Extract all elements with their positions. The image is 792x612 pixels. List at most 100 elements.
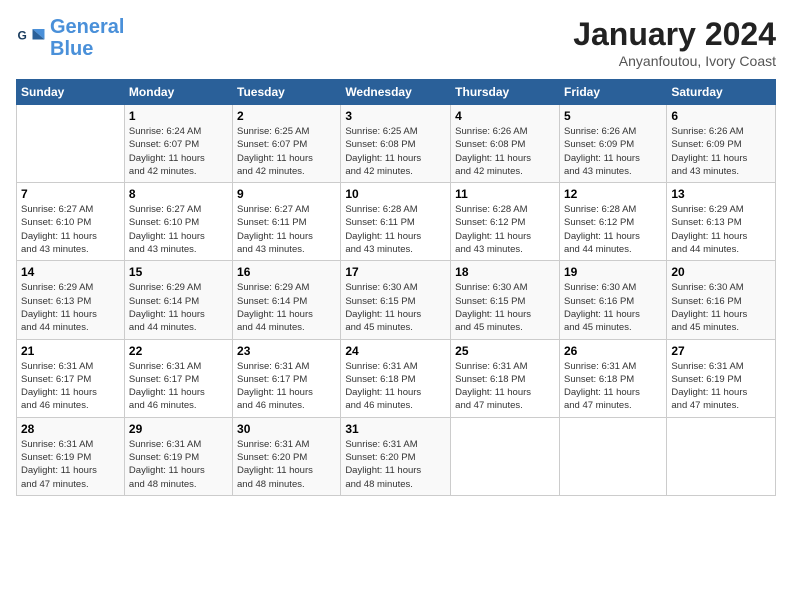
day-number: 30 xyxy=(237,422,336,436)
day-info: Sunrise: 6:28 AMSunset: 6:11 PMDaylight:… xyxy=(345,203,446,256)
day-info: Sunrise: 6:31 AMSunset: 6:19 PMDaylight:… xyxy=(129,438,228,491)
calendar-cell: 28 Sunrise: 6:31 AMSunset: 6:19 PMDayligh… xyxy=(17,417,125,495)
day-info: Sunrise: 6:30 AMSunset: 6:15 PMDaylight:… xyxy=(345,281,446,334)
day-info: Sunrise: 6:31 AMSunset: 6:17 PMDaylight:… xyxy=(237,360,336,413)
day-number: 18 xyxy=(455,265,555,279)
calendar-cell: 20 Sunrise: 6:30 AMSunset: 6:16 PMDayligh… xyxy=(667,261,776,339)
day-info: Sunrise: 6:31 AMSunset: 6:18 PMDaylight:… xyxy=(345,360,446,413)
day-number: 19 xyxy=(564,265,662,279)
day-number: 3 xyxy=(345,109,446,123)
day-number: 16 xyxy=(237,265,336,279)
day-info: Sunrise: 6:27 AMSunset: 6:10 PMDaylight:… xyxy=(129,203,228,256)
calendar-cell: 16Sunrise: 6:29 AMSunset: 6:14 PMDayligh… xyxy=(233,261,341,339)
calendar-cell: 14 Sunrise: 6:29 AMSunset: 6:13 PMDayligh… xyxy=(17,261,125,339)
calendar-week-row: 7Sunrise: 6:27 AMSunset: 6:10 PMDaylight… xyxy=(17,183,776,261)
calendar-cell: 13 Sunrise: 6:29 AMSunset: 6:13 PMDayligh… xyxy=(667,183,776,261)
calendar-cell: 4 Sunrise: 6:26 AMSunset: 6:08 PMDaylight… xyxy=(451,105,560,183)
calendar-cell: 24 Sunrise: 6:31 AMSunset: 6:18 PMDayligh… xyxy=(341,339,451,417)
day-number: 24 xyxy=(345,344,446,358)
calendar-cell: 15Sunrise: 6:29 AMSunset: 6:14 PMDayligh… xyxy=(124,261,232,339)
calendar-cell xyxy=(451,417,560,495)
weekday-header-wednesday: Wednesday xyxy=(341,80,451,105)
calendar-cell: 5 Sunrise: 6:26 AMSunset: 6:09 PMDaylight… xyxy=(559,105,666,183)
day-info: Sunrise: 6:28 AMSunset: 6:12 PMDaylight:… xyxy=(455,203,555,256)
calendar-week-row: 1 Sunrise: 6:24 AMSunset: 6:07 PMDaylight… xyxy=(17,105,776,183)
day-info: Sunrise: 6:27 AMSunset: 6:11 PMDaylight:… xyxy=(237,203,336,256)
day-number: 1 xyxy=(129,109,228,123)
day-number: 13 xyxy=(671,187,771,201)
calendar-table: SundayMondayTuesdayWednesdayThursdayFrid… xyxy=(16,79,776,496)
calendar-title: January 2024 xyxy=(573,16,776,53)
calendar-cell: 1 Sunrise: 6:24 AMSunset: 6:07 PMDaylight… xyxy=(124,105,232,183)
day-number: 20 xyxy=(671,265,771,279)
day-number: 17 xyxy=(345,265,446,279)
calendar-week-row: 21 Sunrise: 6:31 AMSunset: 6:17 PMDayligh… xyxy=(17,339,776,417)
calendar-cell: 7Sunrise: 6:27 AMSunset: 6:10 PMDaylight… xyxy=(17,183,125,261)
calendar-cell: 25Sunrise: 6:31 AMSunset: 6:18 PMDayligh… xyxy=(451,339,560,417)
day-info: Sunrise: 6:31 AMSunset: 6:17 PMDaylight:… xyxy=(129,360,228,413)
day-info: Sunrise: 6:30 AMSunset: 6:16 PMDaylight:… xyxy=(671,281,771,334)
day-number: 14 xyxy=(21,265,120,279)
weekday-header-thursday: Thursday xyxy=(451,80,560,105)
calendar-subtitle: Anyanfoutou, Ivory Coast xyxy=(573,53,776,69)
day-info: Sunrise: 6:29 AMSunset: 6:14 PMDaylight:… xyxy=(129,281,228,334)
day-number: 10 xyxy=(345,187,446,201)
day-number: 9 xyxy=(237,187,336,201)
day-number: 22 xyxy=(129,344,228,358)
day-info: Sunrise: 6:31 AMSunset: 6:17 PMDaylight:… xyxy=(21,360,120,413)
title-block: January 2024 Anyanfoutou, Ivory Coast xyxy=(573,16,776,69)
calendar-cell: 18Sunrise: 6:30 AMSunset: 6:15 PMDayligh… xyxy=(451,261,560,339)
header: G GeneralBlue January 2024 Anyanfoutou, … xyxy=(16,16,776,69)
logo: G GeneralBlue xyxy=(16,16,124,60)
day-info: Sunrise: 6:31 AMSunset: 6:19 PMDaylight:… xyxy=(21,438,120,491)
day-number: 5 xyxy=(564,109,662,123)
day-info: Sunrise: 6:24 AMSunset: 6:07 PMDaylight:… xyxy=(129,125,228,178)
calendar-cell: 3 Sunrise: 6:25 AMSunset: 6:08 PMDaylight… xyxy=(341,105,451,183)
day-number: 28 xyxy=(21,422,120,436)
calendar-cell: 9 Sunrise: 6:27 AMSunset: 6:11 PMDaylight… xyxy=(233,183,341,261)
day-info: Sunrise: 6:30 AMSunset: 6:16 PMDaylight:… xyxy=(564,281,662,334)
day-info: Sunrise: 6:26 AMSunset: 6:08 PMDaylight:… xyxy=(455,125,555,178)
calendar-cell: 12 Sunrise: 6:28 AMSunset: 6:12 PMDayligh… xyxy=(559,183,666,261)
calendar-week-row: 14 Sunrise: 6:29 AMSunset: 6:13 PMDayligh… xyxy=(17,261,776,339)
day-number: 4 xyxy=(455,109,555,123)
day-info: Sunrise: 6:26 AMSunset: 6:09 PMDaylight:… xyxy=(564,125,662,178)
day-info: Sunrise: 6:29 AMSunset: 6:13 PMDaylight:… xyxy=(21,281,120,334)
day-number: 27 xyxy=(671,344,771,358)
day-number: 21 xyxy=(21,344,120,358)
calendar-cell: 17 Sunrise: 6:30 AMSunset: 6:15 PMDayligh… xyxy=(341,261,451,339)
day-number: 8 xyxy=(129,187,228,201)
weekday-header-saturday: Saturday xyxy=(667,80,776,105)
day-number: 12 xyxy=(564,187,662,201)
day-info: Sunrise: 6:31 AMSunset: 6:18 PMDaylight:… xyxy=(564,360,662,413)
day-info: Sunrise: 6:31 AMSunset: 6:19 PMDaylight:… xyxy=(671,360,771,413)
day-info: Sunrise: 6:31 AMSunset: 6:20 PMDaylight:… xyxy=(237,438,336,491)
weekday-header-friday: Friday xyxy=(559,80,666,105)
day-info: Sunrise: 6:29 AMSunset: 6:13 PMDaylight:… xyxy=(671,203,771,256)
calendar-cell: 2Sunrise: 6:25 AMSunset: 6:07 PMDaylight… xyxy=(233,105,341,183)
weekday-header-row: SundayMondayTuesdayWednesdayThursdayFrid… xyxy=(17,80,776,105)
calendar-page: G GeneralBlue January 2024 Anyanfoutou, … xyxy=(0,0,792,612)
day-number: 29 xyxy=(129,422,228,436)
day-info: Sunrise: 6:25 AMSunset: 6:07 PMDaylight:… xyxy=(237,125,336,178)
calendar-cell: 31Sunrise: 6:31 AMSunset: 6:20 PMDayligh… xyxy=(341,417,451,495)
calendar-cell: 21 Sunrise: 6:31 AMSunset: 6:17 PMDayligh… xyxy=(17,339,125,417)
calendar-cell xyxy=(559,417,666,495)
calendar-cell xyxy=(17,105,125,183)
calendar-cell: 10 Sunrise: 6:28 AMSunset: 6:11 PMDayligh… xyxy=(341,183,451,261)
day-number: 25 xyxy=(455,344,555,358)
day-number: 26 xyxy=(564,344,662,358)
day-number: 6 xyxy=(671,109,771,123)
weekday-header-sunday: Sunday xyxy=(17,80,125,105)
svg-text:G: G xyxy=(18,29,27,43)
calendar-cell: 22 Sunrise: 6:31 AMSunset: 6:17 PMDayligh… xyxy=(124,339,232,417)
day-info: Sunrise: 6:28 AMSunset: 6:12 PMDaylight:… xyxy=(564,203,662,256)
calendar-cell: 11Sunrise: 6:28 AMSunset: 6:12 PMDayligh… xyxy=(451,183,560,261)
day-info: Sunrise: 6:25 AMSunset: 6:08 PMDaylight:… xyxy=(345,125,446,178)
calendar-cell: 26 Sunrise: 6:31 AMSunset: 6:18 PMDayligh… xyxy=(559,339,666,417)
calendar-cell: 8 Sunrise: 6:27 AMSunset: 6:10 PMDaylight… xyxy=(124,183,232,261)
day-info: Sunrise: 6:27 AMSunset: 6:10 PMDaylight:… xyxy=(21,203,120,256)
weekday-header-monday: Monday xyxy=(124,80,232,105)
calendar-cell: 30 Sunrise: 6:31 AMSunset: 6:20 PMDayligh… xyxy=(233,417,341,495)
day-info: Sunrise: 6:31 AMSunset: 6:20 PMDaylight:… xyxy=(345,438,446,491)
